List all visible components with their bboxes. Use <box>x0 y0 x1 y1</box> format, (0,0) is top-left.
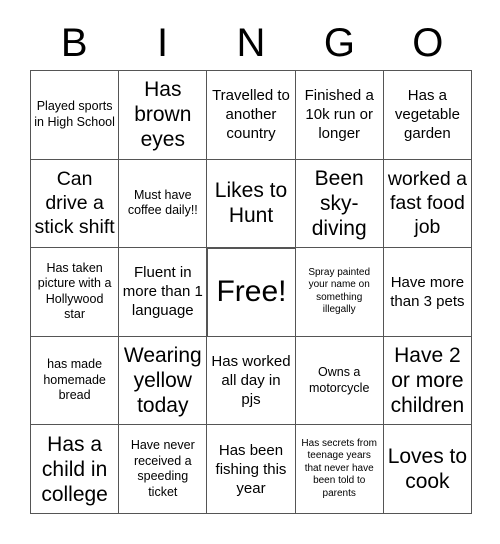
bingo-cell[interactable]: Played sports in High School <box>31 71 120 160</box>
bingo-cell-label: Owns a motorcycle <box>308 365 370 395</box>
header-letter-i: I <box>157 21 169 65</box>
bingo-cell-label: Wearing yellow today <box>123 344 202 418</box>
header-letter-g: G <box>323 21 355 65</box>
bingo-cell[interactable]: Loves to cook <box>383 425 472 514</box>
bingo-cell-label: Travelled to another country <box>212 87 290 143</box>
bingo-cell[interactable]: Been sky-diving <box>295 159 384 249</box>
bingo-card: B I N G O Played sports in High School Ha… <box>0 0 500 544</box>
bingo-grid: Played sports in High School Has brown ey… <box>30 70 472 514</box>
bingo-cell-label: Likes to Hunt <box>214 179 288 228</box>
header-letter-o: O <box>412 21 444 65</box>
bingo-cell-label: Free! <box>216 275 287 309</box>
bingo-cell-label: has made homemade bread <box>43 357 106 403</box>
bingo-cell[interactable]: Owns a motorcycle <box>295 336 384 426</box>
bingo-cell[interactable]: Has been fishing this year <box>207 425 296 514</box>
bingo-cell[interactable]: Has taken picture with a Hollywood star <box>31 248 120 337</box>
bingo-cell[interactable]: Has secrets from teenage years that neve… <box>295 425 384 514</box>
bingo-cell-label: Has taken picture with a Hollywood star <box>37 260 112 322</box>
bingo-cell-label: worked a fast food job <box>387 168 467 239</box>
bingo-cell-label: Has been fishing this year <box>215 441 287 497</box>
bingo-cell[interactable]: Can drive a stick shift <box>31 159 120 249</box>
header-letter-n: N <box>236 21 266 65</box>
bingo-cell-free[interactable]: Free! <box>207 248 296 337</box>
bingo-cell[interactable]: Has brown eyes <box>119 71 208 160</box>
bingo-cell-label: Has a child in college <box>41 432 108 506</box>
bingo-cell-label: Have 2 or more children <box>390 344 465 418</box>
bingo-cell[interactable]: Wearing yellow today <box>119 336 208 426</box>
bingo-cell[interactable]: Have never received a speeding ticket <box>119 425 208 514</box>
bingo-cell-label: Loves to cook <box>387 445 468 494</box>
bingo-cell-label: Must have coffee daily!! <box>127 187 198 218</box>
bingo-cell-label: Has secrets from teenage years that neve… <box>301 437 377 499</box>
bingo-cell[interactable]: Have more than 3 pets <box>383 248 472 337</box>
bingo-cell[interactable]: Likes to Hunt <box>207 159 296 249</box>
bingo-cell-label: Have never received a speeding ticket <box>130 438 195 499</box>
bingo-cell-label: Can drive a stick shift <box>34 168 115 239</box>
bingo-cell[interactable]: Fluent in more than 1 language <box>119 248 208 337</box>
bingo-cell-label: Has a vegetable garden <box>394 87 460 143</box>
bingo-cell-label: Fluent in more than 1 language <box>122 264 203 320</box>
header-letter-b: B <box>60 21 88 65</box>
bingo-cell[interactable]: Finished a 10k run or longer <box>295 71 384 160</box>
bingo-cell-label: Spray painted your name on something ill… <box>308 266 371 316</box>
bingo-cell[interactable]: has made homemade bread <box>31 336 120 426</box>
bingo-cell-label: Have more than 3 pets <box>390 273 465 310</box>
bingo-cell[interactable]: Have 2 or more children <box>383 336 472 426</box>
bingo-cell-label: Been sky-diving <box>311 166 367 240</box>
bingo-cell[interactable]: worked a fast food job <box>383 159 472 249</box>
bingo-cell-label: Has brown eyes <box>134 78 192 152</box>
bingo-cell[interactable]: Has worked all day in pjs <box>207 336 296 426</box>
bingo-cell-label: Finished a 10k run or longer <box>304 87 374 143</box>
bingo-cell[interactable]: Travelled to another country <box>207 71 296 160</box>
bingo-header: B I N G O <box>30 16 472 70</box>
bingo-cell[interactable]: Has a vegetable garden <box>383 71 472 160</box>
bingo-cell[interactable]: Must have coffee daily!! <box>119 159 208 249</box>
bingo-cell[interactable]: Has a child in college <box>31 425 120 514</box>
bingo-cell-label: Has worked all day in pjs <box>211 353 291 409</box>
bingo-cell[interactable]: Spray painted your name on something ill… <box>295 248 384 337</box>
bingo-cell-label: Played sports in High School <box>34 99 115 129</box>
